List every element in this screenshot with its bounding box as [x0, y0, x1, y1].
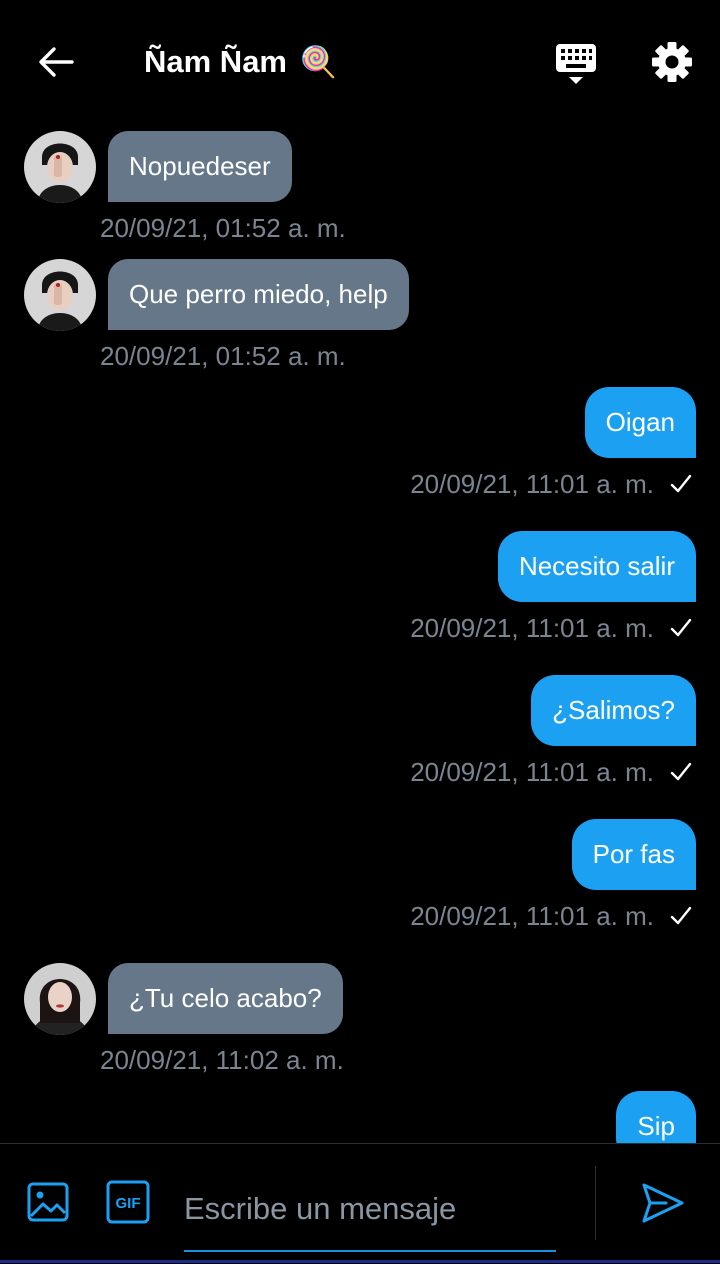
message-timestamp: 20/09/21, 11:02 a. m.: [100, 1045, 344, 1075]
settings-button[interactable]: [646, 36, 698, 88]
message-text: Oigan: [605, 407, 675, 437]
message-timestamp: 20/09/21, 01:52 a. m.: [100, 213, 346, 243]
message-bubble[interactable]: Oigan: [584, 387, 696, 458]
message-text: Necesito salir: [518, 551, 675, 581]
message-composer: GIF: [0, 1143, 720, 1264]
outgoing-message: Por fas 20/09/21, 11:01 a. m.: [0, 819, 720, 937]
attach-image-button[interactable]: [26, 1180, 70, 1224]
avatar-photo: [24, 963, 96, 1035]
message-bubble[interactable]: Por fas: [571, 819, 696, 890]
page-title: Ñam Ñam 🍭: [144, 40, 337, 85]
keyboard-hide-icon: [556, 44, 596, 84]
gear-icon: [652, 42, 692, 82]
chat-title-text: Ñam Ñam: [144, 44, 287, 79]
message-text: ¿Tu celo acabo?: [129, 983, 322, 1013]
outgoing-message: Oigan 20/09/21, 11:01 a. m.: [0, 387, 720, 505]
incoming-message: Nopuedeser 20/09/21, 01:52 a. m.: [0, 131, 720, 249]
check-icon: [670, 906, 692, 925]
gif-label: GIF: [116, 1195, 141, 1212]
message-text: Por fas: [592, 839, 675, 869]
message-timestamp: 20/09/21, 01:52 a. m.: [100, 341, 346, 371]
message-text: ¿Salimos?: [552, 695, 675, 725]
message-text: Que perro miedo, help: [129, 279, 388, 309]
message-bubble[interactable]: Necesito salir: [497, 531, 696, 602]
outgoing-message: Sip: [0, 1091, 720, 1143]
message-bubble[interactable]: ¿Tu celo acabo?: [108, 963, 343, 1034]
message-bubble[interactable]: Sip: [616, 1091, 696, 1143]
keyboard-toggle-button[interactable]: [550, 38, 602, 90]
message-bubble[interactable]: Nopuedeser: [108, 131, 292, 202]
outgoing-message: ¿Salimos? 20/09/21, 11:01 a. m.: [0, 675, 720, 793]
send-icon: [642, 1183, 684, 1223]
check-icon: [670, 474, 692, 493]
composer-divider: [595, 1166, 596, 1240]
avatar-photo: [24, 131, 96, 203]
send-button[interactable]: [640, 1180, 686, 1226]
outgoing-message: Necesito salir 20/09/21, 11:01 a. m.: [0, 531, 720, 649]
avatar-photo: [24, 259, 96, 331]
message-text: Nopuedeser: [129, 151, 271, 181]
check-icon: [670, 762, 692, 781]
chat-header: Ñam Ñam 🍭: [0, 0, 720, 124]
image-icon: [27, 1182, 69, 1222]
avatar[interactable]: [24, 131, 96, 203]
avatar[interactable]: [24, 259, 96, 331]
message-bubble[interactable]: Que perro miedo, help: [108, 259, 409, 330]
message-timestamp: 20/09/21, 11:01 a. m.: [410, 613, 654, 643]
lollipop-emoji: 🍭: [299, 46, 337, 79]
arrow-left-icon: [39, 47, 74, 77]
message-timestamp: 20/09/21, 11:01 a. m.: [410, 757, 654, 787]
message-bubble[interactable]: ¿Salimos?: [531, 675, 696, 746]
avatar[interactable]: [24, 963, 96, 1035]
message-timestamp: 20/09/21, 11:01 a. m.: [410, 469, 654, 499]
message-text: Sip: [637, 1111, 675, 1141]
check-icon: [670, 618, 692, 637]
message-timestamp: 20/09/21, 11:01 a. m.: [410, 901, 654, 931]
incoming-message: Que perro miedo, help 20/09/21, 01:52 a.…: [0, 259, 720, 377]
message-list[interactable]: Nopuedeser 20/09/21, 01:52 a. m. Que per…: [0, 124, 720, 1143]
message-input[interactable]: [184, 1168, 556, 1252]
back-button[interactable]: [30, 38, 82, 86]
gif-icon: GIF: [106, 1180, 150, 1224]
incoming-message: ¿Tu celo acabo? 20/09/21, 11:02 a. m.: [0, 963, 720, 1081]
gif-button[interactable]: GIF: [106, 1180, 150, 1224]
